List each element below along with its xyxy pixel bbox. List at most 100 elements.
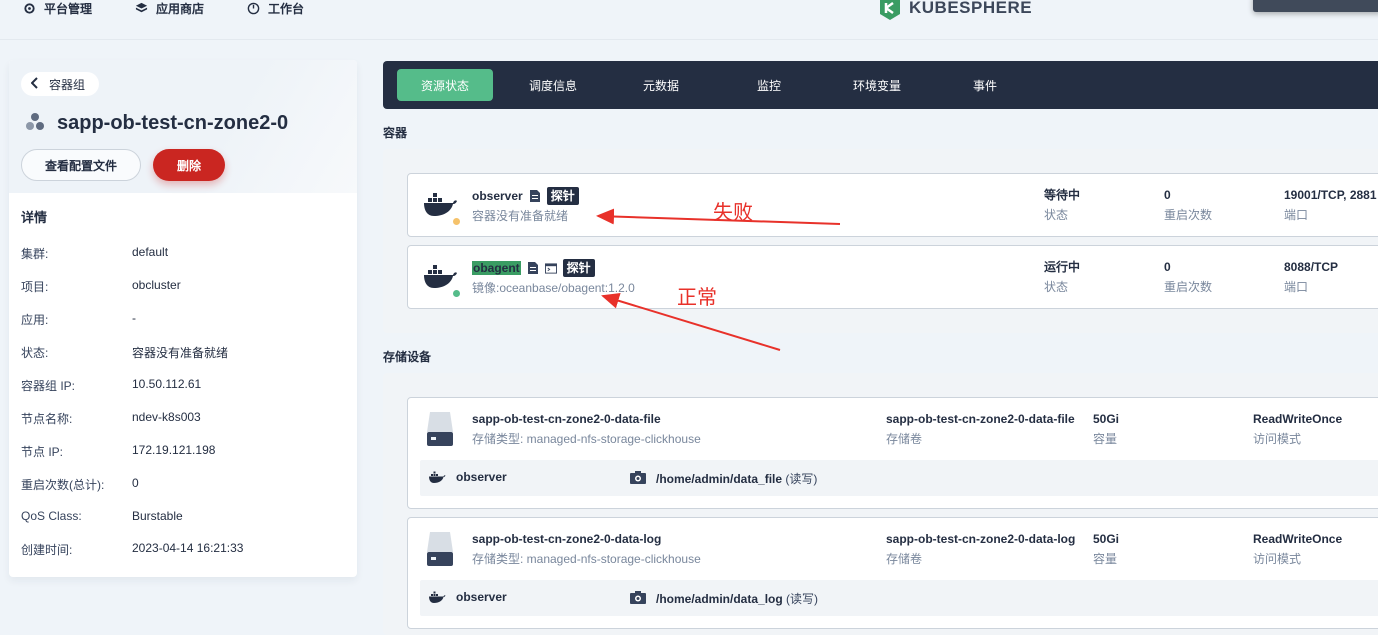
container-status: 运行中 状态: [1044, 259, 1080, 295]
volume-value[interactable]: sapp-ob-test-cn-zone2-0-data-file: [886, 411, 1075, 427]
detail-key: 应用:: [21, 313, 49, 327]
detail-value: 172.19.121.198: [132, 443, 216, 457]
view-config-button[interactable]: 查看配置文件: [21, 149, 141, 181]
detail-value: obcluster: [132, 278, 181, 292]
back-to-pods-button[interactable]: 容器组: [21, 72, 100, 96]
detail-key: 创建时间:: [21, 543, 73, 557]
access-value: ReadWriteOnce: [1253, 532, 1343, 546]
container-restarts: 0 重启次数: [1164, 187, 1212, 223]
container-card-obagent[interactable]: obagent 探针 镜像:oceanbase/obagent:1.2.0 运行…: [407, 245, 1378, 309]
container-ports: 19001/TCP, 2881 端口: [1284, 187, 1377, 223]
pod-title: sapp-ob-test-cn-zone2-0: [25, 112, 288, 135]
detail-row: 容器组 IP: 10.50.112.61: [21, 377, 351, 395]
container-name[interactable]: obagent: [472, 261, 521, 275]
terminal-icon[interactable]: [544, 262, 557, 274]
ports-value: 19001/TCP, 2881: [1284, 188, 1377, 202]
delete-button[interactable]: 删除: [153, 149, 225, 181]
restarts-label: 重启次数: [1164, 208, 1213, 222]
storage-type: 存储类型: managed-nfs-storage-clickhouse: [472, 552, 701, 566]
container-name-row: observer 探针: [472, 187, 579, 205]
tab-resource-status[interactable]: 资源状态: [397, 69, 493, 101]
nav-label: 平台管理: [44, 1, 93, 16]
mount-mode: (读写): [785, 472, 818, 486]
restarts-value: 0: [1164, 188, 1171, 202]
nav-label: 工作台: [268, 1, 305, 16]
container-subtitle: 容器没有准备就绪: [472, 209, 569, 223]
pod-icon: [25, 112, 45, 135]
capacity-value: 50Gi: [1093, 412, 1120, 426]
ports-label: 端口: [1284, 280, 1309, 294]
status-label: 状态: [1044, 208, 1069, 222]
access-value: ReadWriteOnce: [1253, 412, 1343, 426]
status-value: 运行中: [1044, 260, 1081, 274]
detail-value: 2023-04-14 16:21:33: [132, 541, 244, 555]
probe-badge[interactable]: 探针: [562, 259, 595, 277]
chevron-left-icon: [30, 76, 39, 92]
ports-label: 端口: [1284, 208, 1309, 222]
detail-row: 节点 IP: 172.19.121.198: [21, 443, 351, 461]
detail-key: 项目:: [21, 280, 49, 294]
storage-type: 存储类型: managed-nfs-storage-clickhouse: [472, 432, 701, 446]
tab-scheduling[interactable]: 调度信息: [503, 69, 603, 101]
container-card-observer[interactable]: observer 探针 容器没有准备就绪 等待中 状态 0 重启次数 19001…: [407, 173, 1378, 237]
detail-row: 应用: -: [21, 311, 351, 329]
access-label: 访问模式: [1253, 432, 1302, 446]
detail-row: 创建时间: 2023-04-14 16:21:33: [21, 541, 351, 559]
mount-path-text: /home/admin/data_file: [656, 472, 783, 486]
storage-name[interactable]: sapp-ob-test-cn-zone2-0-data-file: [472, 411, 661, 427]
detail-key: 状态:: [21, 346, 49, 360]
tab-env-variables[interactable]: 环境变量: [829, 69, 925, 101]
nav-workbench[interactable]: 工作台: [246, 0, 304, 16]
mount-row: observer /home/admin/data_log (读写): [420, 580, 1378, 616]
storage-card[interactable]: sapp-ob-test-cn-zone2-0-data-file 存储类型: …: [407, 397, 1378, 509]
tab-metadata[interactable]: 元数据: [613, 69, 709, 101]
detail-row: 重启次数(总计): 0: [21, 476, 351, 494]
probe-badge[interactable]: 探针: [546, 187, 579, 205]
detail-value: 0: [132, 476, 139, 490]
docker-icon: [422, 264, 458, 290]
storage-volume: sapp-ob-test-cn-zone2-0-data-log 存储卷: [886, 531, 1075, 567]
storage-name[interactable]: sapp-ob-test-cn-zone2-0-data-log: [472, 531, 661, 547]
detail-value: default: [132, 245, 169, 259]
capacity-label: 容量: [1093, 432, 1118, 446]
restarts-value: 0: [1164, 260, 1171, 274]
mount-container: observer: [456, 590, 507, 604]
volume-label: 存储卷: [886, 552, 923, 566]
storage-access-mode: ReadWriteOnce 访问模式: [1253, 531, 1342, 567]
cube-icon: [134, 1, 148, 15]
storage-volume: sapp-ob-test-cn-zone2-0-data-file 存储卷: [886, 411, 1075, 447]
dropdown-panel: [1253, 0, 1378, 12]
docker-icon: [428, 471, 446, 487]
status-dot-waiting: [453, 218, 460, 225]
storage-section-title: 存储设备: [383, 350, 432, 364]
storage-capacity: 50Gi 容量: [1093, 531, 1119, 567]
detail-key: 重启次数(总计):: [21, 478, 105, 492]
gear-icon: [22, 1, 36, 15]
tab-monitoring[interactable]: 监控: [721, 69, 817, 101]
detail-tabs: 资源状态 调度信息 元数据 监控 环境变量 事件: [383, 61, 1378, 109]
detail-row: 节点名称: ndev-k8s003: [21, 410, 351, 428]
detail-value: Burstable: [132, 509, 183, 523]
mount-path: /home/admin/data_log (读写): [656, 590, 818, 607]
detail-row: 集群: default: [21, 245, 351, 263]
storage-card[interactable]: sapp-ob-test-cn-zone2-0-data-log 存储类型: m…: [407, 517, 1378, 629]
document-icon[interactable]: [529, 190, 541, 202]
restarts-label: 重启次数: [1164, 280, 1213, 294]
containers-section-title: 容器: [383, 126, 408, 140]
mount-path-icon: [630, 591, 646, 607]
kubesphere-logo[interactable]: KUBESPHERE: [877, 0, 1032, 20]
ports-value: 8088/TCP: [1284, 260, 1339, 274]
details-title: 详情: [21, 210, 48, 225]
container-name[interactable]: observer: [472, 189, 523, 203]
document-icon[interactable]: [527, 262, 539, 274]
nav-app-store[interactable]: 应用商店: [134, 0, 204, 16]
container-restarts: 0 重启次数: [1164, 259, 1212, 295]
detail-value: 容器没有准备就绪: [132, 346, 229, 360]
mount-path-text: /home/admin/data_log: [656, 592, 783, 606]
docker-icon: [428, 591, 446, 607]
pod-name: sapp-ob-test-cn-zone2-0: [57, 112, 289, 134]
logo-text: KUBESPHERE: [909, 0, 1033, 17]
volume-value[interactable]: sapp-ob-test-cn-zone2-0-data-log: [886, 531, 1075, 547]
tab-events[interactable]: 事件: [937, 69, 1033, 101]
nav-platform-management[interactable]: 平台管理: [22, 0, 92, 16]
